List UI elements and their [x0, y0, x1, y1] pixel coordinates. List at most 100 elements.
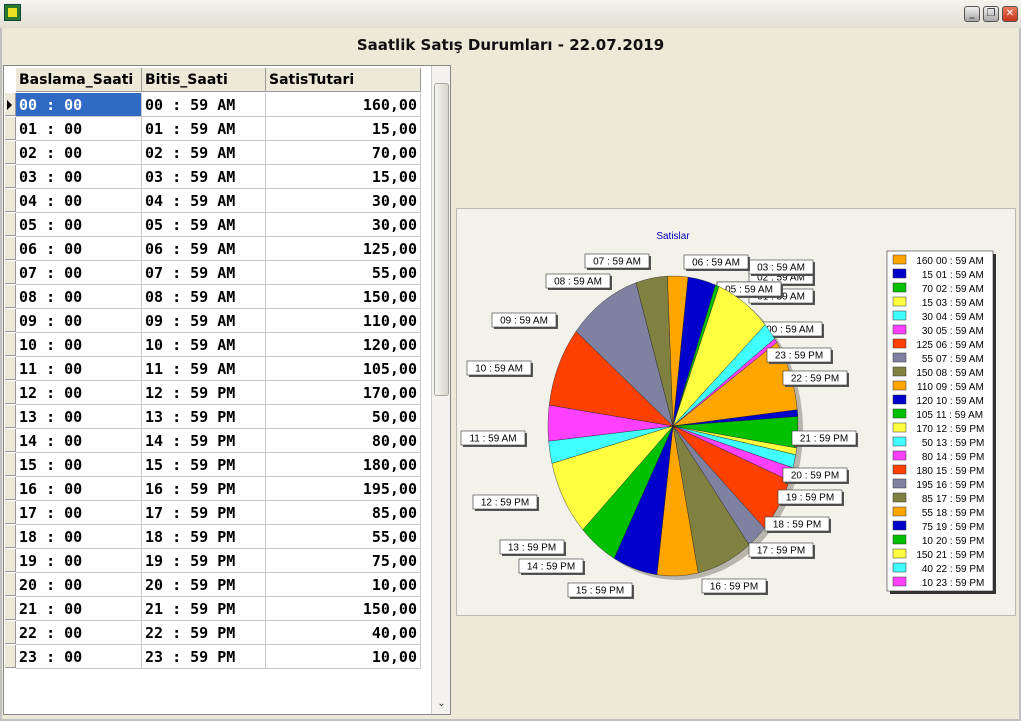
table-row[interactable]: 10 : 00 10 : 59 AM 120,00: [4, 333, 431, 357]
table-row[interactable]: 00 : 00 00 : 59 AM 160,00: [4, 93, 431, 117]
row-indicator[interactable]: [5, 501, 16, 524]
amount-cell[interactable]: 50,00: [266, 405, 421, 429]
start-time-cell[interactable]: 01 : 00: [16, 117, 142, 141]
start-time-cell[interactable]: 07 : 00: [16, 261, 142, 285]
start-time-cell[interactable]: 19 : 00: [16, 549, 142, 573]
amount-cell[interactable]: 75,00: [266, 549, 421, 573]
amount-cell[interactable]: 10,00: [266, 573, 421, 597]
row-indicator[interactable]: [5, 405, 16, 428]
table-row[interactable]: 02 : 00 02 : 59 AM 70,00: [4, 141, 431, 165]
start-time-cell[interactable]: 12 : 00: [16, 381, 142, 405]
amount-cell[interactable]: 110,00: [266, 309, 421, 333]
amount-cell[interactable]: 150,00: [266, 285, 421, 309]
close-button[interactable]: ✕: [1002, 6, 1018, 22]
end-time-cell[interactable]: 22 : 59 PM: [142, 621, 266, 645]
start-time-cell[interactable]: 13 : 00: [16, 405, 142, 429]
amount-cell[interactable]: 40,00: [266, 621, 421, 645]
amount-cell[interactable]: 15,00: [266, 117, 421, 141]
amount-cell[interactable]: 55,00: [266, 525, 421, 549]
minimize-button[interactable]: _: [964, 6, 980, 22]
row-indicator[interactable]: [5, 453, 16, 476]
table-row[interactable]: 11 : 00 11 : 59 AM 105,00: [4, 357, 431, 381]
end-time-cell[interactable]: 08 : 59 AM: [142, 285, 266, 309]
table-row[interactable]: 09 : 00 09 : 59 AM 110,00: [4, 309, 431, 333]
row-indicator[interactable]: [5, 309, 16, 332]
start-time-cell[interactable]: 09 : 00: [16, 309, 142, 333]
row-indicator[interactable]: [5, 645, 16, 668]
end-time-cell[interactable]: 03 : 59 AM: [142, 165, 266, 189]
start-time-cell[interactable]: 14 : 00: [16, 429, 142, 453]
amount-cell[interactable]: 70,00: [266, 141, 421, 165]
column-header-start[interactable]: Baslama_Saati: [16, 68, 142, 92]
end-time-cell[interactable]: 18 : 59 PM: [142, 525, 266, 549]
table-row[interactable]: 08 : 00 08 : 59 AM 150,00: [4, 285, 431, 309]
start-time-cell[interactable]: 18 : 00: [16, 525, 142, 549]
start-time-cell[interactable]: 06 : 00: [16, 237, 142, 261]
end-time-cell[interactable]: 06 : 59 AM: [142, 237, 266, 261]
amount-cell[interactable]: 105,00: [266, 357, 421, 381]
row-indicator[interactable]: [5, 141, 16, 164]
row-indicator[interactable]: [5, 549, 16, 572]
amount-cell[interactable]: 170,00: [266, 381, 421, 405]
row-indicator[interactable]: [5, 261, 16, 284]
table-row[interactable]: 15 : 00 15 : 59 PM 180,00: [4, 453, 431, 477]
end-time-cell[interactable]: 05 : 59 AM: [142, 213, 266, 237]
table-row[interactable]: 03 : 00 03 : 59 AM 15,00: [4, 165, 431, 189]
start-time-cell[interactable]: 10 : 00: [16, 333, 142, 357]
end-time-cell[interactable]: 14 : 59 PM: [142, 429, 266, 453]
end-time-cell[interactable]: 00 : 59 AM: [142, 93, 266, 117]
end-time-cell[interactable]: 13 : 59 PM: [142, 405, 266, 429]
table-row[interactable]: 23 : 00 23 : 59 PM 10,00: [4, 645, 431, 669]
start-time-cell[interactable]: 00 : 00: [16, 93, 142, 117]
amount-cell[interactable]: 85,00: [266, 501, 421, 525]
end-time-cell[interactable]: 20 : 59 PM: [142, 573, 266, 597]
start-time-cell[interactable]: 05 : 00: [16, 213, 142, 237]
amount-cell[interactable]: 120,00: [266, 333, 421, 357]
start-time-cell[interactable]: 16 : 00: [16, 477, 142, 501]
amount-cell[interactable]: 15,00: [266, 165, 421, 189]
end-time-cell[interactable]: 04 : 59 AM: [142, 189, 266, 213]
end-time-cell[interactable]: 19 : 59 PM: [142, 549, 266, 573]
end-time-cell[interactable]: 21 : 59 PM: [142, 597, 266, 621]
amount-cell[interactable]: 10,00: [266, 645, 421, 669]
scroll-thumb[interactable]: [434, 83, 449, 396]
column-header-amount[interactable]: SatisTutari: [266, 68, 421, 92]
end-time-cell[interactable]: 16 : 59 PM: [142, 477, 266, 501]
amount-cell[interactable]: 30,00: [266, 189, 421, 213]
table-row[interactable]: 18 : 00 18 : 59 PM 55,00: [4, 525, 431, 549]
row-indicator[interactable]: [5, 117, 16, 140]
start-time-cell[interactable]: 17 : 00: [16, 501, 142, 525]
table-row[interactable]: 13 : 00 13 : 59 PM 50,00: [4, 405, 431, 429]
vertical-scrollbar[interactable]: ⌄: [431, 66, 450, 714]
start-time-cell[interactable]: 08 : 00: [16, 285, 142, 309]
row-indicator[interactable]: [5, 165, 16, 188]
start-time-cell[interactable]: 23 : 00: [16, 645, 142, 669]
table-row[interactable]: 20 : 00 20 : 59 PM 10,00: [4, 573, 431, 597]
amount-cell[interactable]: 80,00: [266, 429, 421, 453]
end-time-cell[interactable]: 17 : 59 PM: [142, 501, 266, 525]
end-time-cell[interactable]: 11 : 59 AM: [142, 357, 266, 381]
amount-cell[interactable]: 195,00: [266, 477, 421, 501]
row-indicator[interactable]: [5, 477, 16, 500]
table-row[interactable]: 12 : 00 12 : 59 PM 170,00: [4, 381, 431, 405]
start-time-cell[interactable]: 20 : 00: [16, 573, 142, 597]
row-indicator[interactable]: [5, 237, 16, 260]
amount-cell[interactable]: 160,00: [266, 93, 421, 117]
amount-cell[interactable]: 125,00: [266, 237, 421, 261]
table-row[interactable]: 16 : 00 16 : 59 PM 195,00: [4, 477, 431, 501]
start-time-cell[interactable]: 04 : 00: [16, 189, 142, 213]
restore-button[interactable]: ❐: [983, 6, 999, 22]
end-time-cell[interactable]: 23 : 59 PM: [142, 645, 266, 669]
end-time-cell[interactable]: 09 : 59 AM: [142, 309, 266, 333]
amount-cell[interactable]: 55,00: [266, 261, 421, 285]
end-time-cell[interactable]: 01 : 59 AM: [142, 117, 266, 141]
amount-cell[interactable]: 30,00: [266, 213, 421, 237]
table-row[interactable]: 06 : 00 06 : 59 AM 125,00: [4, 237, 431, 261]
table-row[interactable]: 22 : 00 22 : 59 PM 40,00: [4, 621, 431, 645]
table-row[interactable]: 17 : 00 17 : 59 PM 85,00: [4, 501, 431, 525]
row-indicator[interactable]: [5, 285, 16, 308]
row-indicator[interactable]: [5, 429, 16, 452]
end-time-cell[interactable]: 12 : 59 PM: [142, 381, 266, 405]
end-time-cell[interactable]: 15 : 59 PM: [142, 453, 266, 477]
end-time-cell[interactable]: 02 : 59 AM: [142, 141, 266, 165]
